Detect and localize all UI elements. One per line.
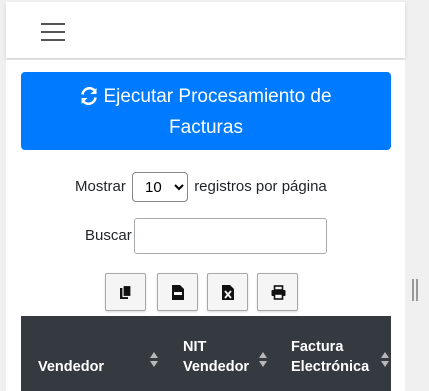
column-header-vendedor[interactable]: Vendedor <box>38 316 166 391</box>
run-button-label-line2: Facturas <box>169 117 243 138</box>
run-processing-button[interactable]: Ejecutar Procesamiento de Facturas <box>21 72 391 150</box>
sort-icon <box>259 352 267 371</box>
column-header-label: Factura Electrónica <box>291 339 370 375</box>
table-header: Vendedor NIT Vendedor Factura Electrónic… <box>21 316 391 391</box>
sort-icon <box>381 352 389 371</box>
print-button[interactable] <box>257 273 298 311</box>
search-label: Buscar <box>85 227 132 244</box>
main-content: Ejecutar Procesamiento de Facturas Mostr… <box>6 60 405 391</box>
csv-button[interactable] <box>157 273 198 311</box>
navbar <box>6 2 405 58</box>
length-prefix-label: Mostrar <box>75 178 126 195</box>
sync-icon <box>80 86 98 114</box>
column-header-nit-vendedor[interactable]: NIT Vendedor <box>183 316 277 391</box>
column-header-label: Vendedor <box>38 359 105 375</box>
excel-button[interactable] <box>207 273 248 311</box>
search-input[interactable] <box>133 218 327 255</box>
search-control: Buscar <box>85 218 327 255</box>
page-length-control: Mostrar 10 registros por página <box>75 172 327 203</box>
sort-icon <box>150 352 158 371</box>
copy-button[interactable] <box>105 273 146 311</box>
column-header-factura-electronica[interactable]: Factura Electrónica <box>291 316 391 391</box>
hamburger-icon[interactable] <box>39 22 67 42</box>
run-button-label-line1: Ejecutar Procesamiento de <box>103 86 332 107</box>
page-length-select[interactable]: 10 <box>132 172 189 203</box>
scrollbar-grip[interactable] <box>412 279 418 301</box>
column-header-label: NIT Vendedor <box>183 339 250 375</box>
length-suffix-label: registros por página <box>194 178 327 195</box>
